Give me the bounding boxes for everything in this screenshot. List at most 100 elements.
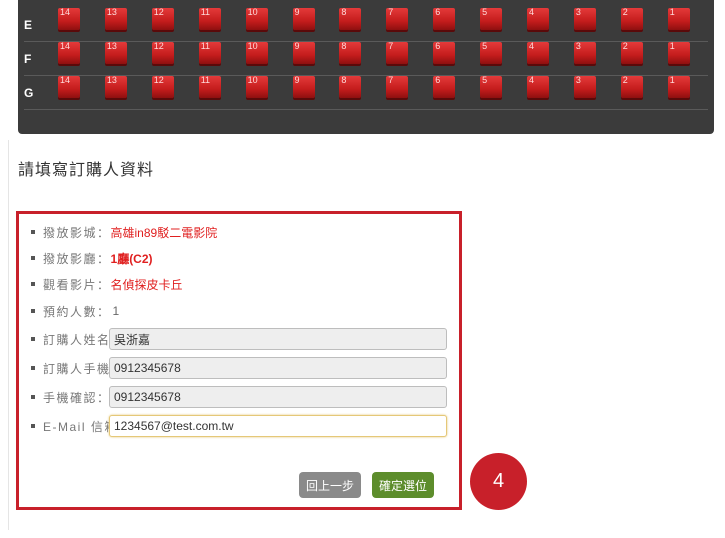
- phone-input[interactable]: [109, 357, 447, 379]
- field-label: 觀看影片：: [43, 277, 111, 292]
- seat-button[interactable]: 14: [58, 7, 80, 30]
- seat-number: 11: [200, 41, 211, 51]
- seat-button[interactable]: 3: [573, 7, 596, 30]
- seat-button[interactable]: 4: [527, 41, 549, 64]
- seat-number: 2: [622, 75, 628, 85]
- seat-number: 13: [106, 75, 117, 85]
- seat-button[interactable]: 11: [198, 41, 221, 64]
- seat-button[interactable]: 5: [480, 7, 503, 30]
- seat-number: 2: [622, 41, 628, 51]
- seat-number: 5: [482, 41, 488, 51]
- seat-number: 4: [529, 75, 535, 85]
- section-title: 請填寫訂購人資料: [18, 162, 155, 179]
- seat-button[interactable]: 10: [245, 75, 268, 98]
- seat-row-f: F 14 13 12 11 10 9 8 7 6 5 4 3 2 1: [18, 41, 714, 76]
- seat-button[interactable]: 6: [433, 41, 456, 64]
- seat-number: 11: [200, 7, 211, 17]
- seat-number: 12: [153, 75, 164, 85]
- seat-button[interactable]: 2: [620, 7, 643, 30]
- seat-row-g: G 14 13 12 11 10 9 8 7 6 5 4 3 2 1: [18, 75, 714, 110]
- seat-number: 13: [106, 41, 117, 51]
- name-input[interactable]: [109, 328, 447, 350]
- seat-button[interactable]: 8: [339, 41, 362, 64]
- seat-number: 9: [294, 7, 300, 17]
- seat-number: 7: [388, 7, 394, 17]
- seat-row-e: E 14 13 12 11 10 9 8 7 6 5 4 3 2 1: [18, 7, 714, 42]
- bullet-icon: [31, 256, 35, 260]
- seat-button[interactable]: 2: [620, 75, 643, 98]
- email-input[interactable]: [109, 415, 447, 437]
- seat-button[interactable]: 14: [58, 75, 80, 98]
- seat-number: 1: [669, 7, 675, 17]
- seat-number: 3: [575, 7, 581, 17]
- bullet-icon: [31, 424, 35, 428]
- seat-button[interactable]: 8: [339, 7, 362, 30]
- confirm-seat-button[interactable]: 確定選位: [372, 472, 434, 498]
- seat-button[interactable]: 7: [386, 41, 409, 64]
- seat-button[interactable]: 6: [433, 7, 456, 30]
- seat-button[interactable]: 4: [527, 75, 549, 98]
- seat-number: 8: [341, 7, 347, 17]
- row-label: G: [24, 86, 34, 100]
- field-label: 手機確認：: [43, 390, 111, 405]
- seat-button[interactable]: 12: [151, 7, 174, 30]
- back-button[interactable]: 回上一步: [299, 472, 361, 498]
- bullet-icon: [31, 309, 35, 313]
- seat-button[interactable]: 2: [620, 41, 643, 64]
- seat-button[interactable]: 8: [339, 75, 362, 98]
- seat-map-panel: E 14 13 12 11 10 9 8 7 6 5 4 3 2 1 F 14 13 12 11 10 9 8 7 6 5 4…: [18, 0, 714, 134]
- seat-number: 2: [622, 7, 628, 17]
- seat-number: 1: [669, 75, 675, 85]
- seat-button[interactable]: 6: [433, 75, 456, 98]
- seat-number: 14: [60, 75, 71, 85]
- left-guide-line: [8, 140, 9, 530]
- order-form: 撥放影城： 高雄in89駁二電影院 撥放影廳： 1廳(C2) 觀看影片： 名偵探…: [16, 211, 462, 510]
- seat-number: 8: [341, 75, 347, 85]
- row-label: E: [24, 18, 33, 32]
- seat-number: 3: [575, 41, 581, 51]
- seat-button[interactable]: 12: [151, 41, 174, 64]
- hall-field: 撥放影廳： 1廳(C2): [31, 248, 153, 268]
- seat-button[interactable]: 13: [104, 75, 127, 98]
- seat-button[interactable]: 9: [292, 41, 315, 64]
- field-label: 撥放影城：: [43, 225, 111, 240]
- seat-button[interactable]: 7: [386, 7, 409, 30]
- seat-button[interactable]: 12: [151, 75, 174, 98]
- seat-button[interactable]: 5: [480, 41, 503, 64]
- seat-button[interactable]: 7: [386, 75, 409, 98]
- seat-button[interactable]: 4: [527, 7, 549, 30]
- seat-number: 10: [247, 7, 258, 17]
- seat-button[interactable]: 9: [292, 7, 315, 30]
- seat-button[interactable]: 3: [573, 41, 596, 64]
- seat-number: 10: [247, 41, 258, 51]
- seat-button[interactable]: 1: [667, 75, 690, 98]
- seat-button[interactable]: 9: [292, 75, 315, 98]
- bullet-icon: [31, 230, 35, 234]
- seat-number: 14: [60, 41, 71, 51]
- seat-number: 5: [482, 75, 488, 85]
- seat-number: 7: [388, 75, 394, 85]
- cinema-value: 高雄in89駁二電影院: [110, 225, 218, 240]
- step-number-badge: 4: [470, 453, 527, 510]
- seat-number: 12: [153, 7, 164, 17]
- seat-button[interactable]: 1: [667, 41, 690, 64]
- seat-button[interactable]: 14: [58, 41, 80, 64]
- hall-value: 1廳(C2): [110, 251, 153, 266]
- movie-value: 名偵探皮卡丘: [110, 277, 183, 292]
- seat-button[interactable]: 13: [104, 7, 127, 30]
- cinema-field: 撥放影城： 高雄in89駁二電影院: [31, 222, 217, 242]
- seat-number: 1: [669, 41, 675, 51]
- phone-confirm-field: 手機確認：: [31, 387, 111, 407]
- seat-button[interactable]: 13: [104, 41, 127, 64]
- seat-button[interactable]: 10: [245, 7, 268, 30]
- seat-number: 11: [200, 75, 211, 85]
- seat-button[interactable]: 1: [667, 7, 690, 30]
- seat-number: 9: [294, 75, 300, 85]
- seat-number: 6: [435, 75, 441, 85]
- seat-button[interactable]: 5: [480, 75, 503, 98]
- seat-button[interactable]: 11: [198, 75, 221, 98]
- seat-button[interactable]: 10: [245, 41, 268, 64]
- phone-confirm-input[interactable]: [109, 386, 447, 408]
- seat-button[interactable]: 11: [198, 7, 221, 30]
- seat-button[interactable]: 3: [573, 75, 596, 98]
